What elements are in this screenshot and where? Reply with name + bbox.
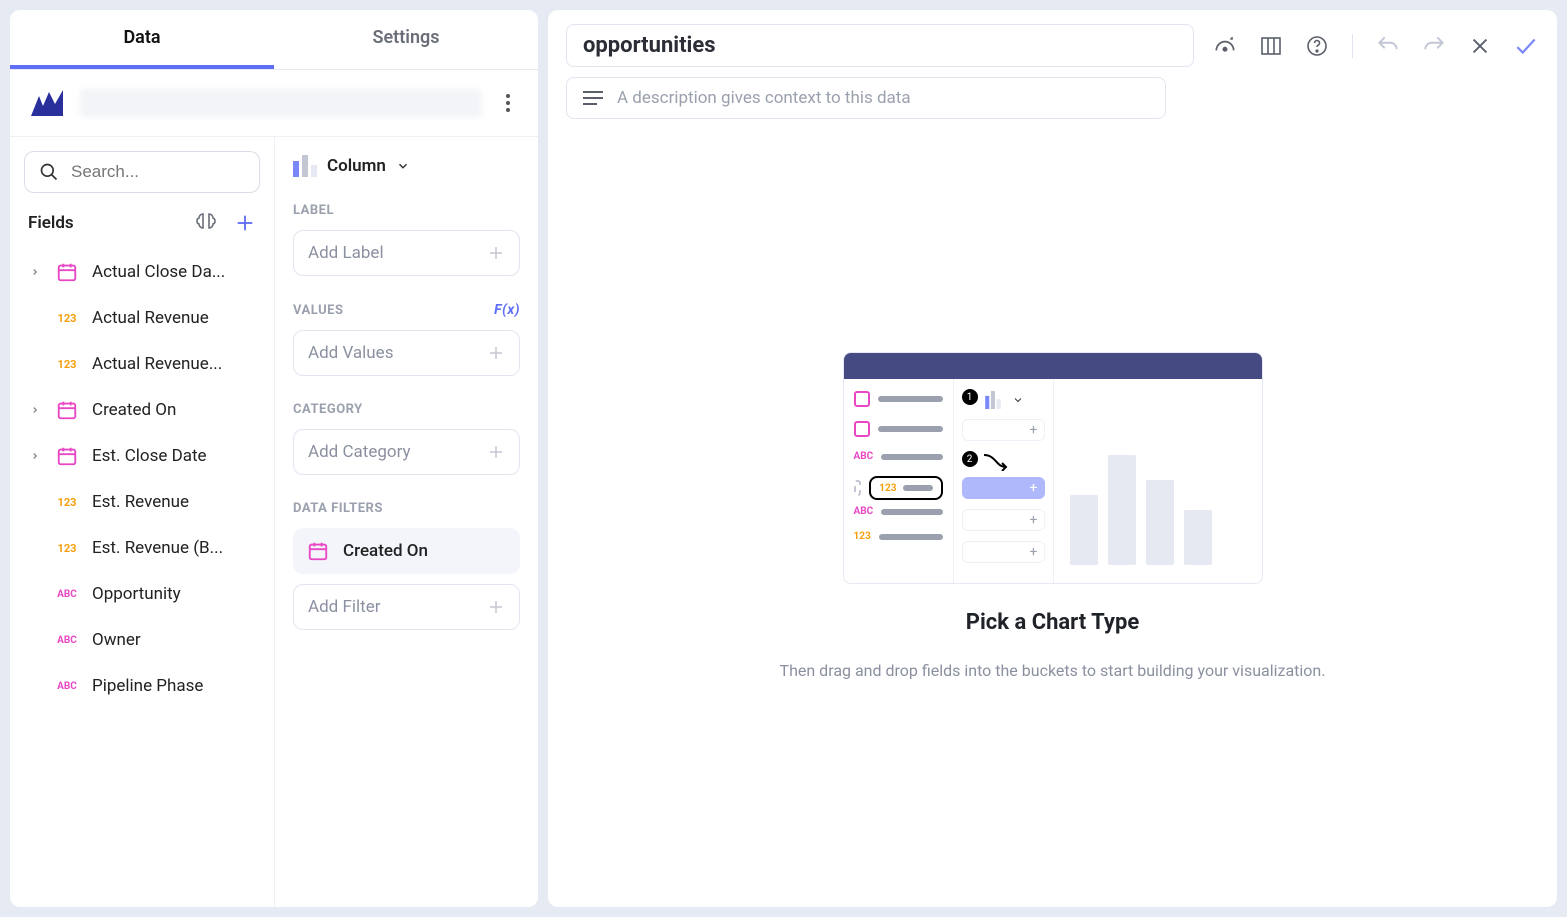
calendar-icon [307,540,329,562]
add-filter-placeholder: Add Filter [308,597,380,617]
chevron-right-icon [28,405,42,415]
field-row[interactable]: Est. Close Date [24,433,260,479]
empty-state-title: Pick a Chart Type [966,610,1139,635]
filter-chip-label: Created On [343,541,428,561]
illus-abc-label: ABC [854,451,874,462]
chevron-down-icon [396,159,410,173]
field-label: Actual Revenue... [92,354,256,374]
field-row[interactable]: Actual Close Da... [24,249,260,295]
field-row[interactable]: ABC Owner [24,617,260,663]
description-placeholder: A description gives context to this data [617,88,911,108]
search-icon [39,162,59,182]
category-bucket[interactable]: Add Category [293,429,520,475]
text-type-icon: ABC [52,675,82,697]
field-label: Actual Revenue [92,308,256,328]
toolbar [1212,33,1539,59]
field-row[interactable]: 123 Est. Revenue (B... [24,525,260,571]
illus-num-label: 123 [879,483,896,494]
redo-button[interactable] [1421,33,1447,59]
canvas: ABC 123 ABC 123 1 + [566,139,1539,893]
fields-header: Fields [24,211,260,235]
right-panel: opportunities [548,10,1557,907]
calendar-icon [52,399,82,421]
filters-section-title: DATA FILTERS [293,501,520,516]
field-label: Opportunity [92,584,256,604]
help-icon[interactable] [1304,33,1330,59]
number-type-icon: 123 [52,307,82,329]
field-label: Est. Revenue (B... [92,538,256,558]
field-label: Est. Close Date [92,446,256,466]
values-bucket-placeholder: Add Values [308,343,393,363]
empty-state-subtitle: Then drag and drop fields into the bucke… [780,661,1326,680]
title-input[interactable]: opportunities [566,24,1194,67]
plus-icon [487,598,505,616]
undo-button[interactable] [1375,33,1401,59]
values-title-text: VALUES [293,303,343,318]
number-type-icon: 123 [52,537,82,559]
illus-abc-label-2: ABC [854,506,874,517]
field-row[interactable]: 123 Actual Revenue [24,295,260,341]
datasource-more-button[interactable] [496,91,520,115]
chart-type-label: Column [327,156,386,176]
calendar-icon [52,445,82,467]
confirm-button[interactable] [1513,33,1539,59]
tab-data[interactable]: Data [10,10,274,69]
speedometer-icon[interactable] [1212,33,1238,59]
datasource-row [10,70,538,137]
chevron-right-icon [28,267,42,277]
chart-type-selector[interactable]: Column [293,155,520,177]
description-input[interactable]: A description gives context to this data [566,77,1166,119]
fields-column: Fields Actual Close Da... 123 Actual Reven… [10,137,275,907]
fx-button[interactable]: F(x) [494,302,520,318]
category-section-title: CATEGORY [293,402,520,417]
tab-settings[interactable]: Settings [274,10,538,69]
label-bucket-placeholder: Add Label [308,243,384,263]
plus-icon [487,344,505,362]
field-label: Pipeline Phase [92,676,256,696]
filter-chip-created-on[interactable]: Created On [293,528,520,574]
number-type-icon: 123 [52,353,82,375]
field-row[interactable]: 123 Actual Revenue... [24,341,260,387]
chevron-right-icon [28,451,42,461]
fields-header-label: Fields [28,213,74,233]
close-button[interactable] [1467,33,1493,59]
search-box[interactable] [24,151,260,193]
brain-icon[interactable] [194,211,218,235]
plus-icon [487,244,505,262]
empty-state-illustration: ABC 123 ABC 123 1 + [843,352,1263,584]
toolbar-divider [1352,34,1353,58]
add-field-button[interactable] [234,212,256,234]
datasource-logo-icon [28,84,66,122]
search-input[interactable] [71,162,275,182]
label-section-title: LABEL [293,203,520,218]
field-label: Est. Revenue [92,492,256,512]
column-chart-icon [293,155,317,177]
field-label: Actual Close Da... [92,262,256,282]
field-label: Owner [92,630,256,650]
text-type-icon: ABC [52,629,82,651]
illus-num-label-2: 123 [854,531,871,542]
left-tabs: Data Settings [10,10,538,70]
field-row[interactable]: Created On [24,387,260,433]
field-label: Created On [92,400,256,420]
buckets-column: Column LABEL Add Label VALUES F(x) Add V… [275,137,538,907]
description-icon [583,90,603,106]
plus-icon [487,443,505,461]
field-row[interactable]: ABC Opportunity [24,571,260,617]
category-bucket-placeholder: Add Category [308,442,411,462]
number-type-icon: 123 [52,491,82,513]
label-bucket[interactable]: Add Label [293,230,520,276]
text-type-icon: ABC [52,583,82,605]
values-bucket[interactable]: Add Values [293,330,520,376]
field-row[interactable]: 123 Est. Revenue [24,479,260,525]
table-icon[interactable] [1258,33,1284,59]
fields-list: Actual Close Da... 123 Actual Revenue 123 Ac… [24,249,260,907]
left-panel: Data Settings Fields [10,10,538,907]
calendar-icon [52,261,82,283]
add-filter-bucket[interactable]: Add Filter [293,584,520,630]
field-row[interactable]: ABC Pipeline Phase [24,663,260,709]
values-section-title: VALUES F(x) [293,302,520,318]
title-text: opportunities [583,33,1177,58]
datasource-name [80,89,482,117]
